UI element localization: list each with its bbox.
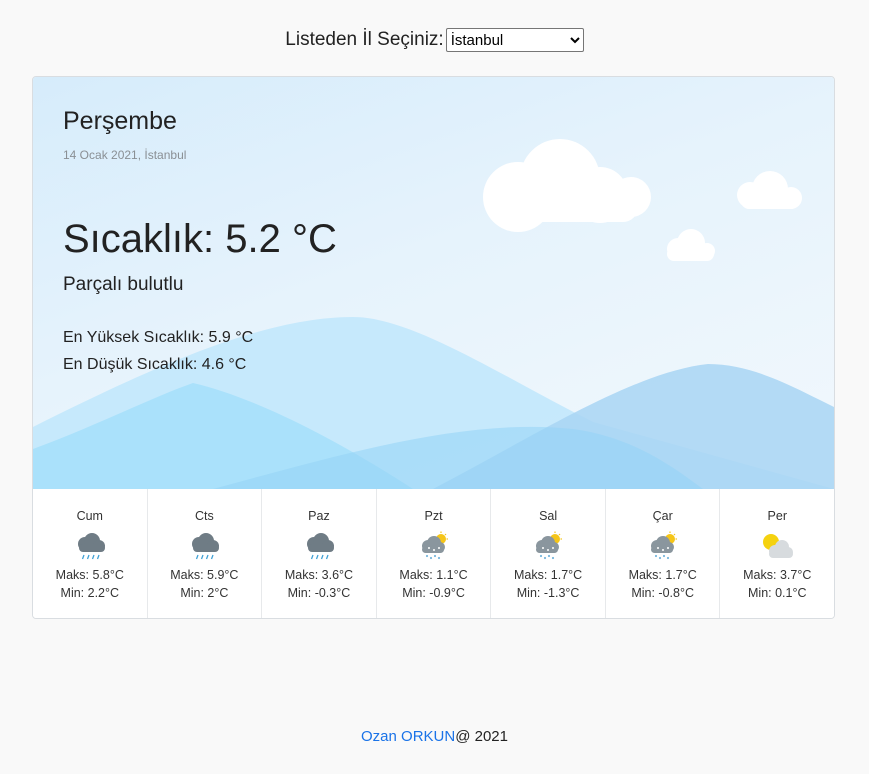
rain-cloud-icon	[306, 533, 334, 560]
page-footer: Ozan ORKUN@ 2021	[0, 728, 869, 745]
city-selector-label: Listeden İl Seçiniz:	[285, 29, 444, 50]
city-select[interactable]: İstanbul	[445, 28, 584, 52]
rain-cloud-icon	[192, 533, 220, 560]
forecast-day: Çar Maks: 1.7°C Min: -0.8°C	[606, 489, 721, 618]
forecast-min: Min: 0.1°C	[748, 586, 807, 600]
forecast-min: Min: 2°C	[180, 586, 229, 600]
rain-cloud-icon	[77, 533, 105, 560]
forecast-max: Maks: 3.6°C	[284, 568, 354, 582]
forecast-day: Cum Maks: 5.8°C Min: 2.2°C	[33, 489, 148, 618]
forecast-max: Maks: 1.1°C	[399, 568, 468, 582]
forecast-min: Min: -0.3°C	[287, 586, 351, 600]
forecast-day-name: Cum	[76, 509, 103, 523]
current-weather-panel: Perşembe 14 Ocak 2021, İstanbul Sıcaklık…	[33, 77, 834, 489]
forecast-min: Min: 2.2°C	[60, 586, 120, 600]
snow-sun-cloud-icon	[421, 531, 448, 560]
forecast-day-name: Çar	[652, 509, 673, 523]
weather-card: Perşembe 14 Ocak 2021, İstanbul Sıcaklık…	[32, 76, 835, 619]
cloud-large	[483, 139, 651, 232]
partly-cloudy-icon	[763, 534, 794, 558]
forecast-max: Maks: 1.7°C	[513, 568, 583, 582]
forecast-max: Maks: 1.7°C	[628, 568, 697, 582]
forecast-row: Cum Maks: 5.8°C Min: 2.2°C Cts Maks: 5.9…	[33, 489, 834, 618]
forecast-day: Pzt Maks: 1.1°C Min: -0.9°C	[377, 489, 492, 618]
cloud-small-right	[737, 171, 802, 209]
author-link[interactable]: Ozan ORKUN	[361, 728, 455, 745]
forecast-min: Min: -0.9°C	[402, 586, 465, 600]
forecast-min: Min: -0.8°C	[631, 586, 694, 600]
forecast-min: Min: -1.3°C	[516, 586, 580, 600]
footer-copyright: @ 2021	[455, 728, 508, 745]
forecast-max: Maks: 3.7°C	[743, 568, 812, 582]
forecast-max: Maks: 5.8°C	[55, 568, 124, 582]
city-selector-bar: Listeden İl Seçiniz: İstanbul	[0, 28, 869, 52]
forecast-day: Cts Maks: 5.9°C Min: 2°C	[148, 489, 263, 618]
forecast-day-name: Pzt	[424, 509, 443, 523]
forecast-day: Sal Maks: 1.7°C Min: -1.3°C	[491, 489, 606, 618]
current-day-name: Perşembe	[63, 107, 177, 135]
forecast-day: Per Maks: 3.7°C Min: 0.1°C	[720, 489, 834, 618]
forecast-day: Paz Maks: 3.6°C Min: -0.3°C	[262, 489, 377, 618]
forecast-day-name: Cts	[194, 509, 214, 523]
cloud-small-center	[667, 229, 715, 261]
min-temperature: En Düşük Sıcaklık: 4.6 °C	[63, 356, 247, 373]
snow-sun-cloud-icon	[650, 531, 677, 560]
forecast-day-name: Per	[767, 509, 787, 523]
current-date-city: 14 Ocak 2021, İstanbul	[63, 148, 187, 162]
snow-sun-cloud-icon	[536, 531, 563, 560]
weather-description: Parçalı bulutlu	[63, 274, 184, 295]
forecast-max: Maks: 5.9°C	[170, 568, 239, 582]
forecast-day-name: Paz	[308, 509, 330, 523]
forecast-day-name: Sal	[539, 509, 558, 523]
max-temperature: En Yüksek Sıcaklık: 5.9 °C	[63, 329, 254, 346]
current-temperature: Sıcaklık: 5.2 °C	[63, 217, 337, 261]
